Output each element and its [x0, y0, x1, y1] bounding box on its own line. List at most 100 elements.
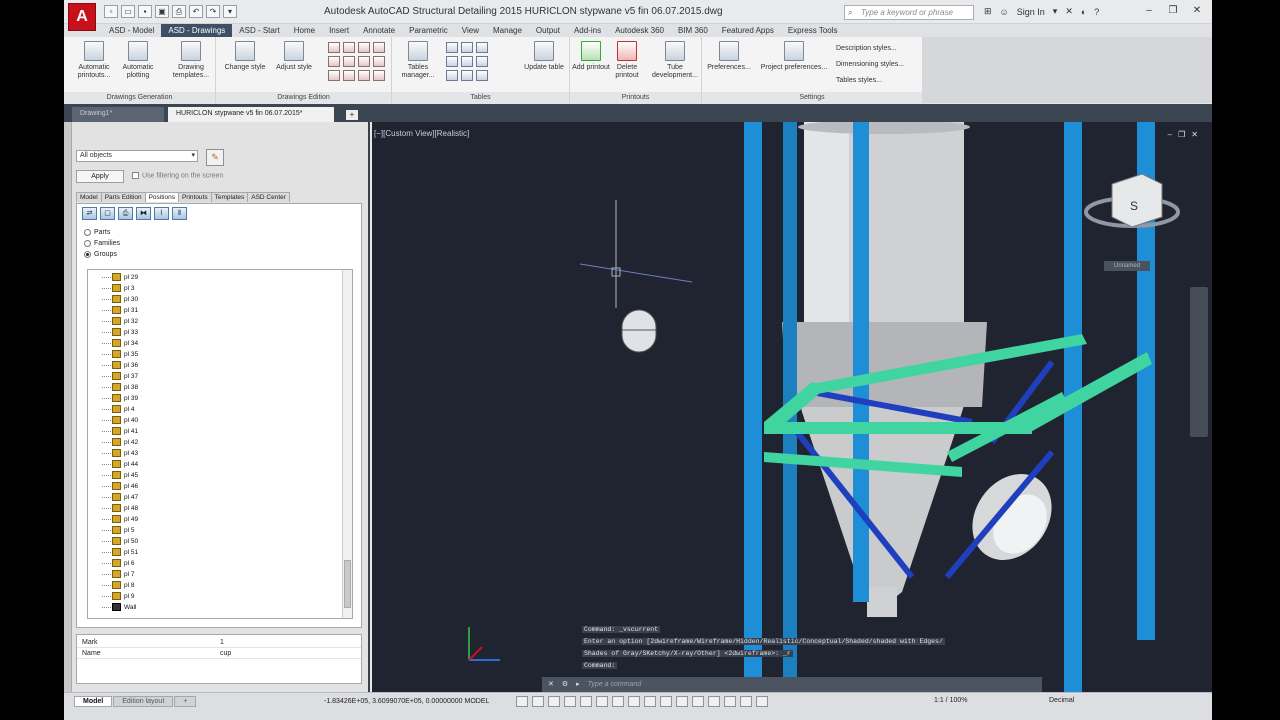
positions-tree[interactable]: pl 29 pl 3 pl 30 pl 31 pl 32 pl 33 pl 34 pl 35 p… — [87, 269, 353, 619]
table-tool-icon[interactable] — [446, 56, 458, 67]
tree-item[interactable]: pl 42 — [102, 437, 138, 448]
restore-icon[interactable]: ❐ — [1162, 3, 1184, 19]
user-icon[interactable]: ☺ — [1000, 7, 1009, 17]
redo-icon[interactable]: ↷ — [206, 5, 220, 18]
minimize-icon[interactable]: – — [1138, 3, 1160, 19]
osnap-icon[interactable] — [580, 696, 592, 707]
tree-item[interactable]: pl 4 — [102, 404, 134, 415]
tree-item[interactable]: pl 33 — [102, 327, 138, 338]
dimensioning-styles-item[interactable]: Dimensioning styles... — [836, 57, 904, 73]
description-styles-item[interactable]: Description styles... — [836, 41, 904, 57]
palette-title-strip[interactable] — [64, 122, 72, 692]
new-tab-icon[interactable]: + — [346, 110, 358, 120]
radio-groups[interactable]: Groups — [84, 249, 120, 260]
tab-parts-edition[interactable]: Parts Edition — [100, 192, 146, 202]
close-icon[interactable]: ✕ — [1186, 3, 1208, 19]
otrack-icon[interactable] — [596, 696, 608, 707]
tool-icon[interactable] — [358, 70, 370, 81]
tree-item[interactable]: pl 45 — [102, 470, 138, 481]
positions-icon[interactable]: ⇄ — [82, 207, 97, 220]
tree-item[interactable]: pl 44 — [102, 459, 138, 470]
isolate-icon[interactable] — [740, 696, 752, 707]
tab-home[interactable]: Home — [287, 24, 322, 37]
tree-item[interactable]: pl 37 — [102, 371, 138, 382]
open-icon[interactable]: ▭ — [121, 5, 135, 18]
tree-item[interactable]: pl 32 — [102, 316, 138, 327]
radio-parts[interactable]: Parts — [84, 227, 120, 238]
tree-item[interactable]: pl 49 — [102, 514, 138, 525]
a360-icon[interactable]: ◐ — [1081, 7, 1086, 17]
add-printout-button[interactable]: Add printout — [572, 41, 610, 72]
automatic-printouts-button[interactable]: Automatic printouts... — [72, 41, 116, 80]
exchange-icon[interactable]: ✕ — [1065, 6, 1073, 17]
dropdown-icon[interactable]: ▾ — [1053, 6, 1058, 17]
radio-families[interactable]: Families — [84, 238, 120, 249]
tab-manage[interactable]: Manage — [486, 24, 529, 37]
tree-item[interactable]: pl 39 — [102, 393, 138, 404]
infocenter-icon[interactable]: ⊞ — [984, 6, 992, 17]
tube-development-button[interactable]: Tube development... — [648, 41, 702, 80]
viewport-controls-label[interactable]: [−][Custom View][Realistic] — [374, 129, 469, 138]
tab-asd-drawings[interactable]: ASD - Drawings — [161, 24, 233, 37]
tab-asd-model[interactable]: ASD - Model — [102, 24, 161, 37]
saveas-icon[interactable]: ▣ — [155, 5, 169, 18]
table-tool-icon[interactable] — [446, 70, 458, 81]
tab-model[interactable]: Model — [76, 192, 102, 202]
tab-printouts[interactable]: Printouts — [177, 192, 212, 202]
polar-icon[interactable] — [564, 696, 576, 707]
dyn-icon[interactable] — [628, 696, 640, 707]
table-tool-icon[interactable] — [461, 42, 473, 53]
annotation-scale[interactable]: 1:1 / 100% — [934, 697, 967, 704]
table-tool-icon[interactable] — [461, 56, 473, 67]
drawing-templates-button[interactable]: Drawing templates... — [168, 41, 214, 80]
tab-templates[interactable]: Templates — [210, 192, 249, 202]
selection-cycling-icon[interactable] — [676, 696, 688, 707]
tool-icon[interactable] — [328, 42, 340, 53]
update-table-button[interactable]: Update table — [520, 41, 568, 72]
save-icon[interactable]: ▪ — [138, 5, 152, 18]
object-filter-select[interactable]: All objects ▾ — [76, 150, 198, 162]
tab-parametric[interactable]: Parametric — [402, 24, 455, 37]
ucs-menu[interactable]: Unnamed — [1104, 261, 1150, 271]
table-tool-icon[interactable] — [476, 56, 488, 67]
tree-item[interactable]: pl 36 — [102, 360, 138, 371]
tab-asd-center[interactable]: ASD Center — [247, 192, 290, 202]
tree-item[interactable]: pl 34 — [102, 338, 138, 349]
tree-item[interactable]: pl 3 — [102, 283, 134, 294]
close-icon[interactable]: ✕ — [1191, 130, 1204, 139]
tab-view[interactable]: View — [455, 24, 486, 37]
wrench-icon[interactable]: ⚙ — [562, 681, 568, 688]
tree-item[interactable]: pl 48 — [102, 503, 138, 514]
print-icon[interactable]: ⎙ — [172, 5, 186, 18]
tree-item[interactable]: pl 7 — [102, 569, 134, 580]
table-tool-icon[interactable] — [476, 42, 488, 53]
tab-add-ins[interactable]: Add-ins — [567, 24, 608, 37]
gizmo-icon[interactable] — [724, 696, 736, 707]
tree-item[interactable]: pl 51 — [102, 547, 138, 558]
tool-icon[interactable] — [358, 56, 370, 67]
tree-item[interactable]: pl 46 — [102, 481, 138, 492]
doc-tab-drawing1[interactable]: Drawing1* — [72, 107, 164, 122]
apply-button[interactable]: Apply — [76, 170, 124, 183]
snap-icon[interactable] — [532, 696, 544, 707]
annotation-icon[interactable] — [708, 696, 720, 707]
workspace-icon[interactable] — [756, 696, 768, 707]
tab-output[interactable]: Output — [529, 24, 567, 37]
application-menu-button[interactable]: A — [68, 3, 96, 31]
change-style-button[interactable]: Change style — [220, 41, 270, 72]
table-tool-icon[interactable] — [461, 70, 473, 81]
ortho-icon[interactable] — [548, 696, 560, 707]
tree-item[interactable]: pl 47 — [102, 492, 138, 503]
grid-icon[interactable] — [516, 696, 528, 707]
tree-item[interactable]: pl 38 — [102, 382, 138, 393]
lineweight-icon[interactable] — [644, 696, 656, 707]
close-icon[interactable]: ✕ — [548, 681, 554, 688]
workspace-icon[interactable]: ▾ — [223, 5, 237, 18]
automatic-plotting-button[interactable]: Automatic plotting — [116, 41, 160, 80]
tab-annotate[interactable]: Annotate — [356, 24, 402, 37]
undo-icon[interactable]: ↶ — [189, 5, 203, 18]
tab-express-tools[interactable]: Express Tools — [781, 24, 845, 37]
tab-insert[interactable]: Insert — [322, 24, 356, 37]
help-icon[interactable]: ? — [1094, 7, 1099, 17]
use-filtering-checkbox[interactable]: Use filtering on the screen — [132, 172, 223, 179]
